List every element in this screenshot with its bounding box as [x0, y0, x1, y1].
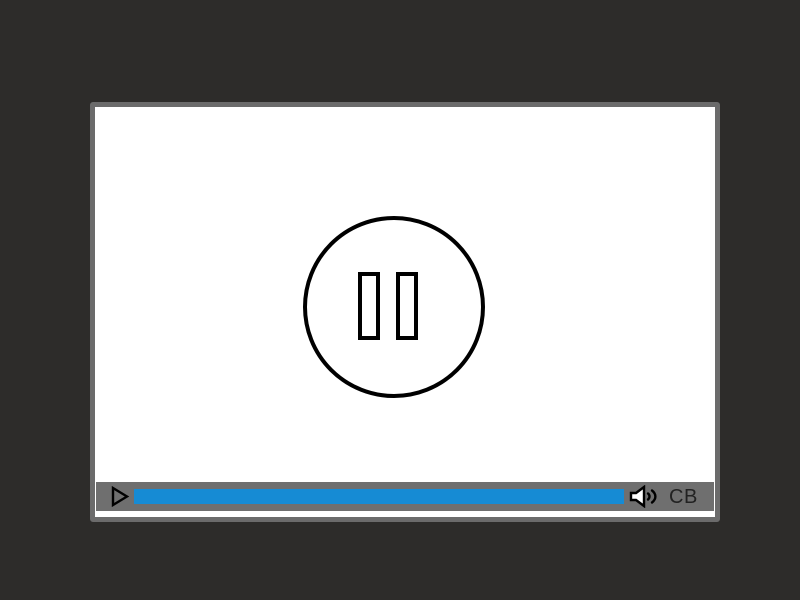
pause-button[interactable]	[303, 216, 485, 398]
volume-icon[interactable]	[629, 485, 659, 508]
captions-button[interactable]: CB	[669, 486, 698, 508]
video-area[interactable]	[95, 107, 715, 481]
video-player: CB	[90, 102, 720, 522]
play-icon[interactable]	[110, 486, 130, 507]
progress-fill	[134, 489, 624, 504]
player-control-bar: CB	[96, 482, 714, 511]
pause-icon-right-bar	[396, 272, 418, 340]
progress-bar[interactable]	[134, 489, 624, 504]
pause-icon-left-bar	[358, 272, 380, 340]
